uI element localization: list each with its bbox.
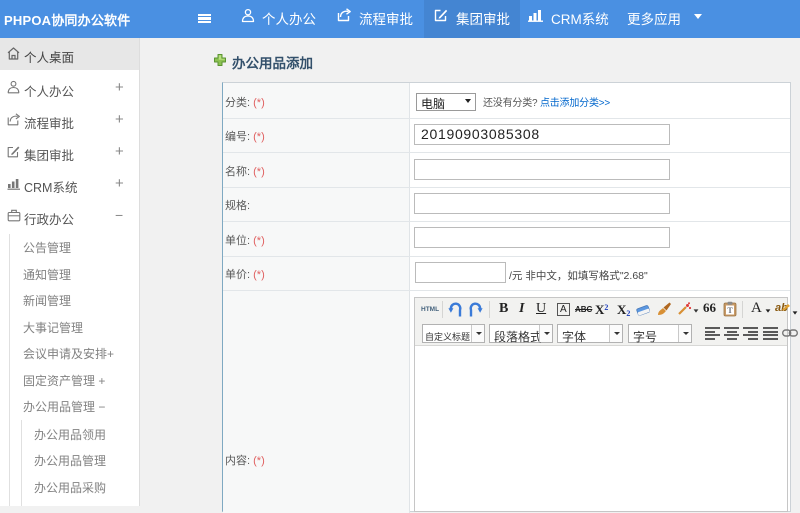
svg-text:T: T (727, 306, 733, 315)
